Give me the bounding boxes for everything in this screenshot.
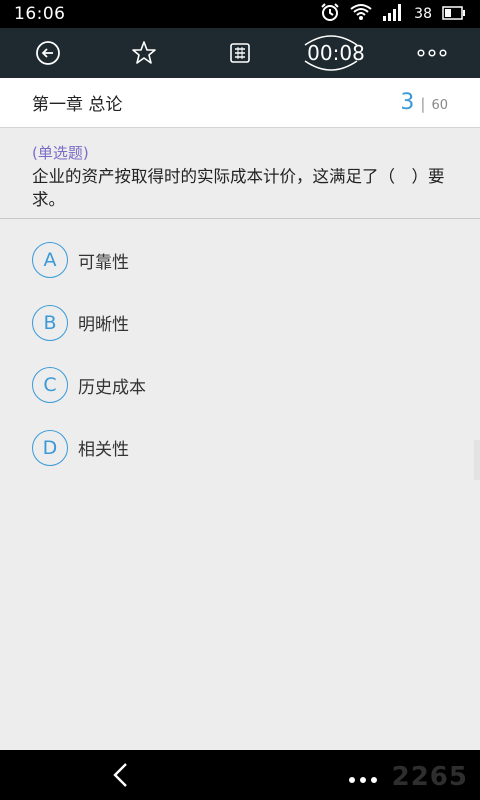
option-letter: A xyxy=(32,242,68,278)
option-b[interactable]: B 明晰性 xyxy=(32,303,146,343)
answer-options: A 可靠性 B 明晰性 C 历史成本 D 相关性 xyxy=(32,240,146,490)
current-question-number: 3 xyxy=(400,90,415,115)
option-a[interactable]: A 可靠性 xyxy=(32,240,146,280)
battery-icon xyxy=(442,5,466,24)
answer-sheet-button[interactable] xyxy=(210,28,270,78)
status-icons: 38 xyxy=(320,2,466,26)
option-text: 相关性 xyxy=(78,440,129,460)
question-type: (单选题) xyxy=(32,144,89,162)
option-text: 可靠性 xyxy=(78,252,129,273)
wifi-icon xyxy=(350,3,372,25)
answer-sheet-icon xyxy=(230,43,250,63)
battery-level: 38 xyxy=(414,6,432,22)
alarm-icon xyxy=(320,2,340,26)
chapter-bar: 第一章 总论 3 | 60 xyxy=(0,78,480,128)
option-letter: B xyxy=(32,304,68,341)
nav-back-button[interactable] xyxy=(110,762,132,792)
option-letter: D xyxy=(32,429,68,466)
status-bar: 16:06 38 xyxy=(0,0,480,28)
back-arrow-icon xyxy=(36,41,60,65)
question-text: 企业的资产按取得时的实际成本计价，这满足了（ ）要求。 xyxy=(32,167,445,209)
favorite-button[interactable] xyxy=(114,28,174,78)
progress-separator: | xyxy=(420,95,426,113)
more-dots-icon xyxy=(417,49,447,57)
scroll-indicator xyxy=(474,440,480,480)
total-question-count: 60 xyxy=(431,98,448,113)
option-d[interactable]: D 相关性 xyxy=(32,428,146,468)
option-text: 明晰性 xyxy=(78,315,129,335)
option-c[interactable]: C 历史成本 xyxy=(32,365,146,405)
signal-icon xyxy=(382,3,404,25)
timer: 00:08 xyxy=(304,35,365,71)
question-panel: (单选题) 企业的资产按取得时的实际成本计价，这满足了（ ）要求。 xyxy=(0,129,480,219)
chevron-left-icon xyxy=(113,763,127,787)
nav-menu-button[interactable] xyxy=(348,770,378,789)
chapter-title: 第一章 总论 xyxy=(32,95,123,115)
star-icon xyxy=(132,41,156,64)
toolbar: 00:08 xyxy=(0,28,480,78)
more-button[interactable] xyxy=(402,28,462,78)
timer-ring-icon xyxy=(304,35,358,71)
watermark-logo: 2265 xyxy=(391,762,468,792)
question-progress: 3 | 60 xyxy=(400,90,448,115)
timer-button[interactable]: 00:08 xyxy=(304,28,366,78)
option-text: 历史成本 xyxy=(78,377,146,398)
option-letter: C xyxy=(32,367,68,403)
status-time: 16:06 xyxy=(14,4,66,24)
back-button[interactable] xyxy=(18,28,78,78)
menu-dots-icon xyxy=(349,777,377,783)
